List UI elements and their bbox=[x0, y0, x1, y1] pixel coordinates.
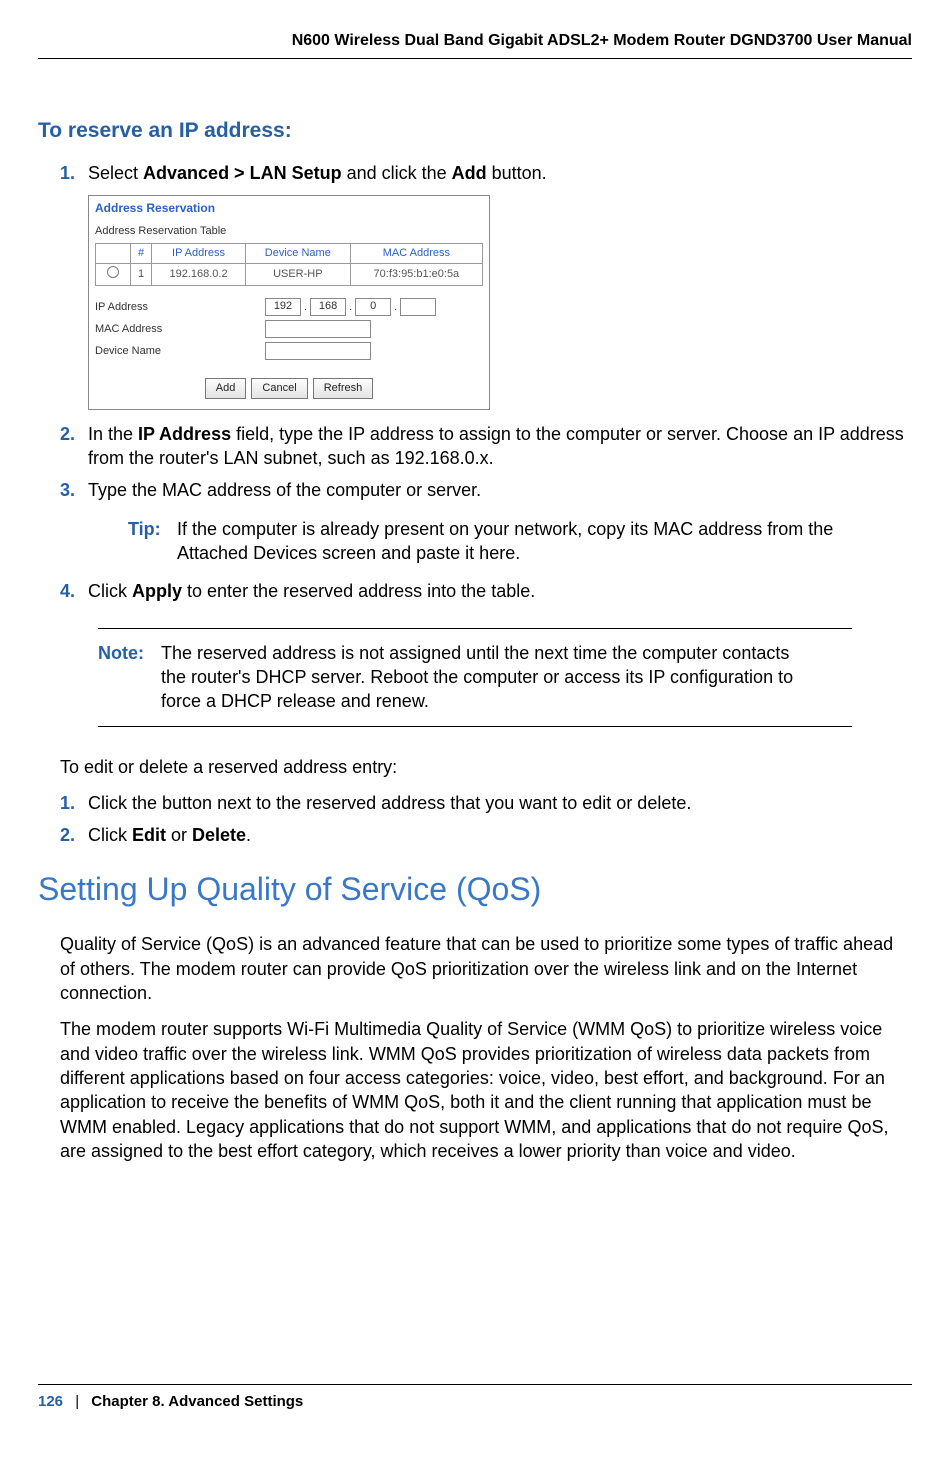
col-num: # bbox=[131, 244, 152, 264]
device-name-label: Device Name bbox=[95, 344, 265, 359]
tip-text: If the computer is already present on yo… bbox=[177, 517, 837, 566]
step-number: 3. bbox=[60, 478, 75, 502]
document-header: N600 Wireless Dual Band Gigabit ADSL2+ M… bbox=[38, 32, 912, 59]
screenshot-subtitle: Address Reservation Table bbox=[89, 218, 489, 243]
row-radio[interactable] bbox=[107, 266, 119, 278]
step-2: 2. Click Edit or Delete. bbox=[60, 823, 912, 847]
step-text: In the bbox=[88, 424, 138, 444]
heading-qos: Setting Up Quality of Service (QoS) bbox=[38, 871, 912, 908]
ip-octet-2[interactable]: 168 bbox=[310, 298, 346, 316]
table-row: 1 192.168.0.2 USER-HP 70:f3:95:b1:e0:5a bbox=[96, 264, 483, 286]
footer-separator: | bbox=[75, 1393, 79, 1410]
step-text: to enter the reserved address into the t… bbox=[182, 581, 535, 601]
step-1: 1. Select Advanced > LAN Setup and click… bbox=[60, 161, 912, 410]
reservation-form: IP Address 192. 168. 0. MAC Address Devi… bbox=[89, 286, 489, 370]
note-text: The reserved address is not assigned unt… bbox=[161, 641, 801, 714]
col-mac: MAC Address bbox=[350, 244, 482, 264]
step-text: or bbox=[166, 825, 192, 845]
step-number: 4. bbox=[60, 579, 75, 603]
step-text-bold: Delete bbox=[192, 825, 246, 845]
page-number: 126 bbox=[38, 1393, 63, 1410]
step-text: button. bbox=[487, 163, 547, 183]
qos-paragraph-1: Quality of Service (QoS) is an advanced … bbox=[60, 932, 912, 1005]
step-text-bold: IP Address bbox=[138, 424, 231, 444]
step-text: Click the button next to the reserved ad… bbox=[88, 793, 691, 813]
col-device: Device Name bbox=[245, 244, 350, 264]
note-block: Note: The reserved address is not assign… bbox=[98, 628, 852, 727]
cancel-button[interactable]: Cancel bbox=[251, 378, 307, 399]
col-ip: IP Address bbox=[152, 244, 246, 264]
tip-label: Tip: bbox=[128, 517, 172, 541]
ip-octet-3[interactable]: 0 bbox=[355, 298, 391, 316]
ip-address-label: IP Address bbox=[95, 300, 265, 315]
cell-mac: 70:f3:95:b1:e0:5a bbox=[350, 264, 482, 286]
col-select bbox=[96, 244, 131, 264]
step-text: . bbox=[246, 825, 251, 845]
refresh-button[interactable]: Refresh bbox=[313, 378, 374, 399]
cell-device: USER-HP bbox=[245, 264, 350, 286]
step-number: 2. bbox=[60, 422, 75, 446]
page-footer: 126 | Chapter 8. Advanced Settings bbox=[38, 1384, 912, 1410]
step-number: 2. bbox=[60, 823, 75, 847]
step-number: 1. bbox=[60, 791, 75, 815]
step-3: 3. Type the MAC address of the computer … bbox=[60, 478, 912, 565]
chapter-label: Chapter 8. Advanced Settings bbox=[91, 1393, 303, 1410]
step-2: 2. In the IP Address field, type the IP … bbox=[60, 422, 912, 471]
edit-delete-intro: To edit or delete a reserved address ent… bbox=[60, 755, 912, 779]
ip-octet-4[interactable] bbox=[400, 298, 436, 316]
tip-block: Tip: If the computer is already present … bbox=[128, 517, 912, 566]
address-reservation-table: # IP Address Device Name MAC Address 1 1… bbox=[95, 243, 483, 286]
step-text: Select bbox=[88, 163, 143, 183]
mac-address-input[interactable] bbox=[265, 320, 371, 338]
cell-ip: 192.168.0.2 bbox=[152, 264, 246, 286]
cell-num: 1 bbox=[131, 264, 152, 286]
step-text-bold: Edit bbox=[132, 825, 166, 845]
step-number: 1. bbox=[60, 161, 75, 185]
qos-paragraph-2: The modem router supports Wi-Fi Multimed… bbox=[60, 1017, 912, 1163]
steps-edit-delete: 1. Click the button next to the reserved… bbox=[60, 791, 912, 848]
steps-reserve-ip: 1. Select Advanced > LAN Setup and click… bbox=[60, 161, 912, 604]
step-text: Type the MAC address of the computer or … bbox=[88, 480, 481, 500]
section-title-reserve-ip: To reserve an IP address: bbox=[38, 119, 912, 143]
step-text: Click bbox=[88, 581, 132, 601]
step-text-bold: Add bbox=[452, 163, 487, 183]
add-button[interactable]: Add bbox=[205, 378, 247, 399]
note-label: Note: bbox=[98, 641, 156, 665]
step-4: 4. Click Apply to enter the reserved add… bbox=[60, 579, 912, 603]
step-text-bold: Apply bbox=[132, 581, 182, 601]
step-text: and click the bbox=[342, 163, 452, 183]
step-1: 1. Click the button next to the reserved… bbox=[60, 791, 912, 815]
address-reservation-screenshot: Address Reservation Address Reservation … bbox=[88, 195, 490, 410]
ip-octet-1[interactable]: 192 bbox=[265, 298, 301, 316]
screenshot-title: Address Reservation bbox=[89, 196, 489, 218]
step-text: Click bbox=[88, 825, 132, 845]
step-text-bold: Advanced > LAN Setup bbox=[143, 163, 342, 183]
device-name-input[interactable] bbox=[265, 342, 371, 360]
mac-address-label: MAC Address bbox=[95, 322, 265, 337]
